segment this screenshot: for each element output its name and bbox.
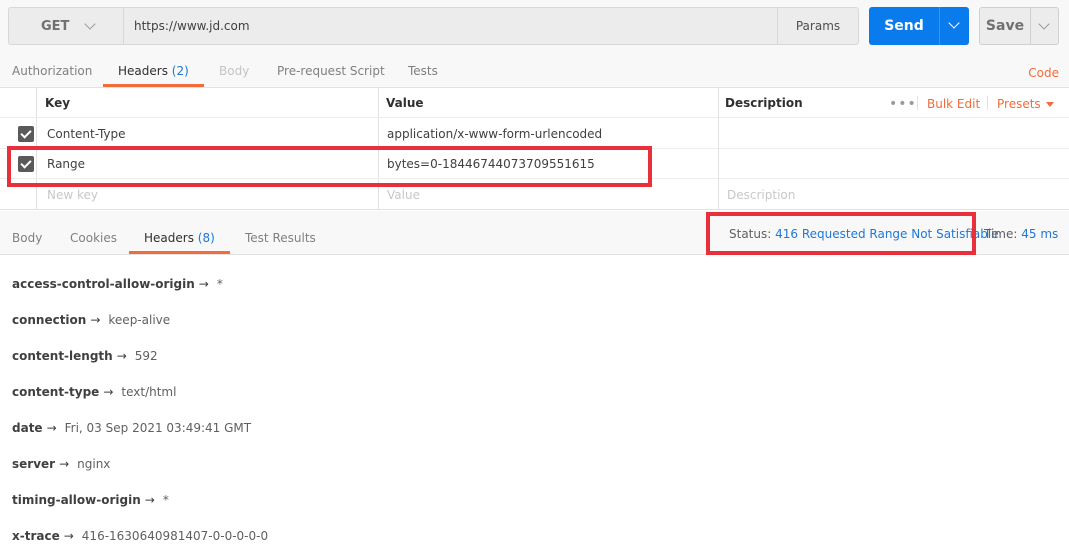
time-value[interactable]: 45 ms bbox=[1021, 227, 1058, 241]
list-item: date → Fri, 03 Sep 2021 03:49:41 GMT bbox=[12, 421, 251, 437]
column-header-key: Key bbox=[45, 96, 71, 110]
response-header-key: content-type bbox=[12, 385, 100, 399]
response-header-key: server bbox=[12, 457, 56, 471]
response-header-key: x-trace bbox=[12, 529, 60, 543]
response-time: Time: 45 ms bbox=[984, 227, 1058, 241]
active-tab-indicator bbox=[129, 251, 230, 254]
chevron-down-icon bbox=[84, 18, 96, 30]
row-checkbox[interactable] bbox=[18, 126, 34, 142]
bulk-edit-link[interactable]: Bulk Edit bbox=[927, 97, 980, 111]
tab-label: Body bbox=[219, 64, 250, 78]
arrow-right-icon: → bbox=[144, 493, 155, 507]
response-header-value: * bbox=[162, 493, 169, 507]
request-tabs: Authorization Headers (2) Body Pre-reque… bbox=[0, 54, 1069, 88]
divider bbox=[987, 96, 988, 110]
tab-headers[interactable]: Headers (2) bbox=[118, 64, 189, 78]
tab-pre-request-script[interactable]: Pre-request Script bbox=[277, 64, 385, 78]
tab-label: Cookies bbox=[70, 231, 117, 245]
response-header-key: timing-allow-origin bbox=[12, 493, 141, 507]
save-button[interactable]: Save bbox=[979, 7, 1031, 45]
presets-dropdown[interactable]: Presets bbox=[997, 97, 1054, 111]
table-header-row: Key Value Description ••• Bulk Edit Pres… bbox=[0, 88, 1069, 118]
caret-down-icon bbox=[1045, 102, 1054, 107]
highlight-box bbox=[706, 212, 976, 255]
highlight-box bbox=[7, 146, 652, 187]
tab-label: Pre-request Script bbox=[277, 64, 385, 78]
time-label: Time: bbox=[984, 227, 1018, 241]
send-dropdown-button[interactable] bbox=[939, 7, 969, 45]
url-field[interactable] bbox=[124, 7, 778, 45]
active-tab-indicator bbox=[103, 84, 204, 87]
column-header-description: Description bbox=[725, 96, 803, 110]
header-value-cell[interactable]: application/x-www-form-urlencoded bbox=[387, 119, 602, 149]
method-label: GET bbox=[41, 18, 70, 34]
header-description-cell[interactable] bbox=[726, 119, 1056, 149]
tab-response-body[interactable]: Body bbox=[12, 231, 42, 245]
response-header-value: text/html bbox=[121, 385, 177, 399]
new-description-input[interactable]: Description bbox=[727, 180, 795, 210]
tab-tests[interactable]: Tests bbox=[408, 64, 438, 78]
url-input[interactable] bbox=[134, 8, 764, 44]
response-header-value: nginx bbox=[77, 457, 111, 471]
arrow-right-icon: → bbox=[116, 349, 127, 363]
arrow-right-icon: → bbox=[46, 421, 57, 435]
arrow-right-icon: → bbox=[90, 313, 101, 327]
more-options-icon[interactable]: ••• bbox=[889, 96, 917, 112]
tab-label: Headers bbox=[118, 64, 168, 78]
tab-authorization[interactable]: Authorization bbox=[12, 64, 92, 78]
response-header-value: Fri, 03 Sep 2021 03:49:41 GMT bbox=[64, 421, 252, 435]
chevron-down-icon bbox=[948, 17, 960, 29]
tab-label: Headers bbox=[144, 231, 194, 245]
tab-cookies[interactable]: Cookies bbox=[70, 231, 117, 245]
response-header-value: * bbox=[216, 277, 223, 291]
arrow-right-icon: → bbox=[103, 385, 114, 399]
response-header-value: keep-alive bbox=[108, 313, 171, 327]
list-item: server → nginx bbox=[12, 457, 110, 473]
code-link[interactable]: Code bbox=[1028, 66, 1059, 80]
tab-count: (8) bbox=[197, 231, 215, 245]
tab-label: Body bbox=[12, 231, 43, 245]
chevron-down-icon bbox=[1038, 18, 1050, 30]
list-item: connection → keep-alive bbox=[12, 313, 170, 329]
divider bbox=[917, 96, 918, 110]
tab-label: Test Results bbox=[245, 231, 316, 245]
send-button[interactable]: Send bbox=[869, 7, 939, 45]
tab-label: Authorization bbox=[12, 64, 93, 78]
response-header-key: content-length bbox=[12, 349, 113, 363]
table-row: Content-Type application/x-www-form-urle… bbox=[0, 119, 1069, 149]
list-item: content-length → 592 bbox=[12, 349, 158, 365]
params-button[interactable]: Params bbox=[777, 7, 859, 45]
tab-test-results[interactable]: Test Results bbox=[245, 231, 316, 245]
save-dropdown-button[interactable] bbox=[1031, 7, 1059, 45]
header-key-cell[interactable]: Content-Type bbox=[47, 119, 126, 149]
arrow-right-icon: → bbox=[63, 529, 74, 543]
response-header-value: 592 bbox=[134, 349, 158, 363]
arrow-right-icon: → bbox=[198, 277, 209, 291]
tab-count: (2) bbox=[171, 64, 189, 78]
tab-label: Tests bbox=[408, 64, 438, 78]
arrow-right-icon: → bbox=[59, 457, 70, 471]
tab-response-headers[interactable]: Headers (8) bbox=[144, 231, 215, 245]
presets-label: Presets bbox=[997, 97, 1041, 111]
list-item: content-type → text/html bbox=[12, 385, 176, 401]
tab-body[interactable]: Body bbox=[219, 64, 249, 78]
header-description-cell[interactable] bbox=[726, 149, 1056, 179]
response-header-key: date bbox=[12, 421, 43, 435]
list-item: x-trace → 416-1630640981407-0-0-0-0-0 bbox=[12, 529, 268, 545]
response-header-key: connection bbox=[12, 313, 87, 327]
response-header-key: access-control-allow-origin bbox=[12, 277, 195, 291]
list-item: timing-allow-origin → * bbox=[12, 493, 169, 509]
list-item: access-control-allow-origin → * bbox=[12, 277, 223, 293]
request-bar: GET Params Send Save bbox=[0, 0, 1069, 54]
column-header-value: Value bbox=[386, 96, 424, 110]
response-header-value: 416-1630640981407-0-0-0-0-0 bbox=[81, 529, 269, 543]
method-select[interactable]: GET bbox=[8, 7, 124, 45]
